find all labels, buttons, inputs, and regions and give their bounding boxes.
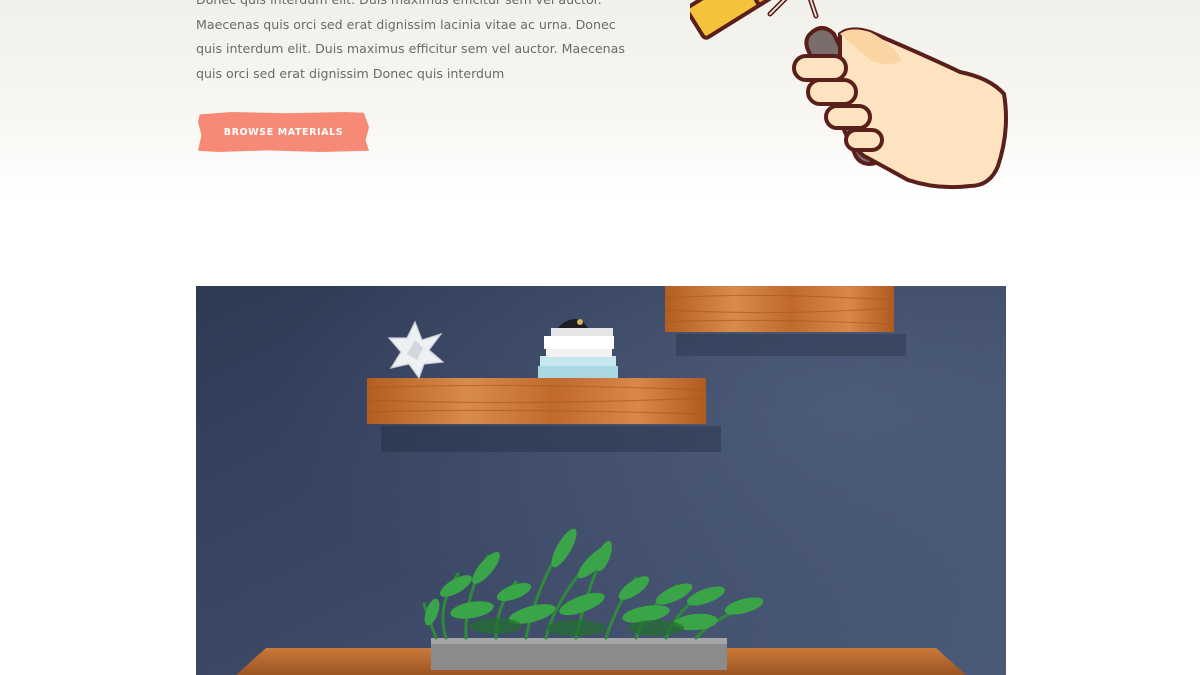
hero-paragraph-line: quis orci sed erat dignissim Donec quis … (196, 65, 505, 81)
hand-holding-paint-roller-icon (690, 0, 1008, 190)
hero-paragraph: Donec quis interdum elit. Duis maximus e… (196, 0, 625, 86)
hero-paragraph-line: Maecenas quis orci sed erat dignissim la… (196, 16, 616, 32)
browse-materials-button[interactable]: BROWSE MATERIALS (198, 112, 369, 152)
blue-wall-with-wooden-shelves-and-plant-image (196, 286, 1006, 675)
upper-shelf (665, 286, 894, 332)
hero-paragraph-line: quis interdum elit. Duis maximus efficit… (196, 41, 625, 56)
hero-paragraph-line: Donec quis interdum elit. Duis maximus e… (196, 0, 602, 13)
hero-section: Donec quis interdum elit. Duis maximus e… (0, 0, 1200, 200)
